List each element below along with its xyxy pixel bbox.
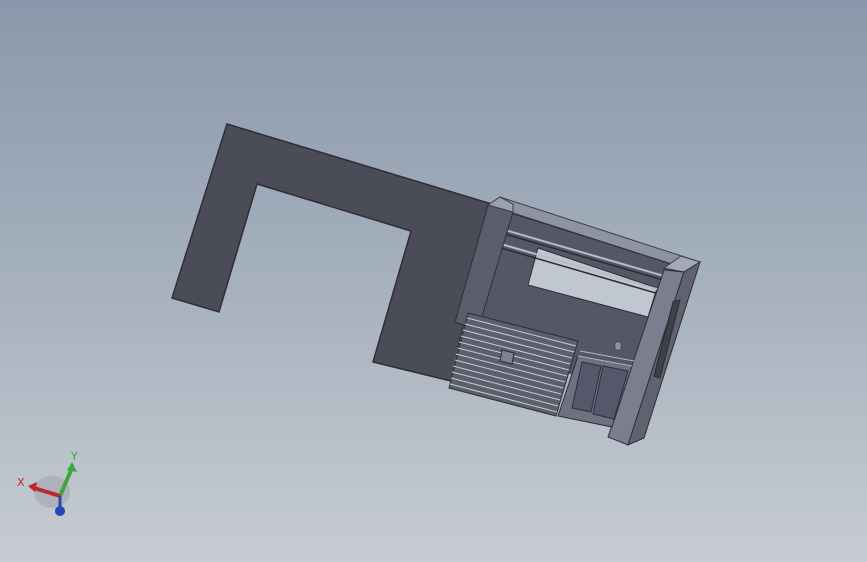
louver-badge (499, 349, 515, 365)
x-axis-label: X (17, 476, 25, 489)
y-axis-label: Y (70, 450, 78, 463)
graphics-viewport[interactable]: X Y (0, 0, 867, 562)
base-plate (171, 123, 506, 383)
y-axis-arrowhead (67, 462, 77, 472)
orientation-triad[interactable]: X Y (10, 446, 90, 526)
door-label (614, 341, 622, 351)
3d-model-view[interactable] (0, 0, 867, 562)
